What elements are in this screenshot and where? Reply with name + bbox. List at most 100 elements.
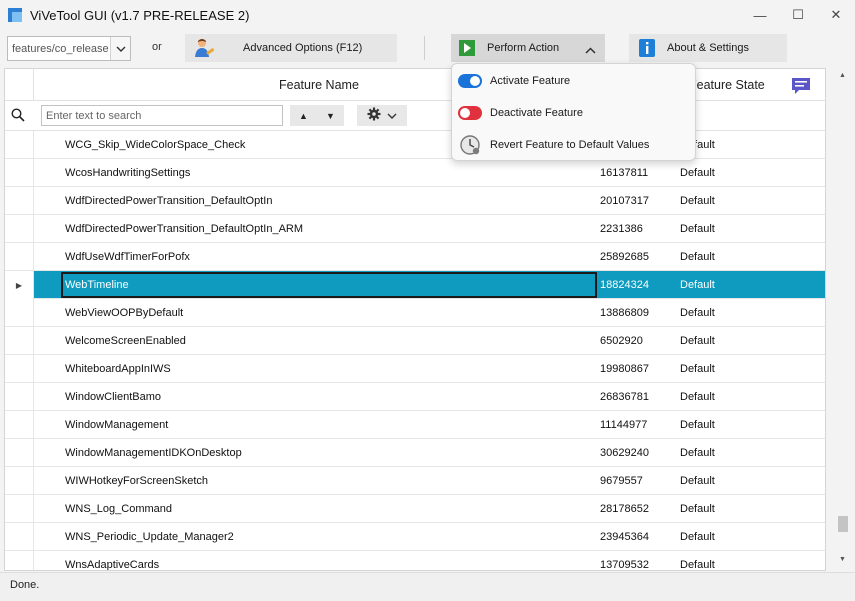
- row-selector[interactable]: [5, 467, 34, 495]
- menu-item-activate-feature[interactable]: Activate Feature: [452, 66, 697, 96]
- table-row[interactable]: WdfDirectedPowerTransition_DefaultOptIn 2…: [5, 187, 825, 215]
- table-row[interactable]: WindowClientBamo 26836781 Default: [5, 383, 825, 411]
- row-selector[interactable]: [5, 355, 34, 383]
- scrollbar-thumb[interactable]: [838, 516, 848, 532]
- feature-id-cell[interactable]: 26836781: [600, 391, 649, 403]
- feature-id-cell[interactable]: 11144977: [600, 419, 647, 431]
- table-row[interactable]: WNS_Periodic_Update_Manager2 23945364 Defa…: [5, 523, 825, 551]
- feature-state-cell[interactable]: Default: [680, 167, 715, 179]
- row-selector[interactable]: [5, 243, 34, 271]
- feature-id-cell[interactable]: 25892685: [600, 251, 649, 263]
- filter-options-button[interactable]: [357, 105, 407, 126]
- feature-state-cell[interactable]: Default: [680, 335, 715, 347]
- row-selector[interactable]: [5, 383, 34, 411]
- column-header-feature-state[interactable]: Feature State: [689, 78, 765, 92]
- feature-id-cell[interactable]: 9679557: [600, 475, 643, 487]
- table-row[interactable]: WCG_Skip_WideColorSpace_Check Default: [5, 131, 825, 159]
- row-selector[interactable]: [5, 299, 34, 327]
- column-header-feature-name[interactable]: Feature Name: [279, 78, 359, 92]
- feature-name-cell[interactable]: WdfUseWdfTimerForPofx: [65, 251, 190, 263]
- feature-name-cell[interactable]: WhiteboardAppInIWS: [65, 363, 171, 375]
- row-selector[interactable]: [5, 327, 34, 355]
- feature-state-cell[interactable]: Default: [680, 195, 715, 207]
- row-selector[interactable]: [5, 495, 34, 523]
- feature-name-cell[interactable]: WindowManagement: [65, 419, 168, 431]
- sort-down-icon[interactable]: ▼: [326, 111, 335, 121]
- feature-name-cell[interactable]: WIWHotkeyForScreenSketch: [65, 475, 208, 487]
- table-row[interactable]: WebViewOOPByDefault 13886809 Default: [5, 299, 825, 327]
- row-selector[interactable]: [5, 131, 34, 159]
- minimize-button[interactable]: —: [741, 0, 779, 30]
- chat-icon[interactable]: [791, 76, 811, 99]
- feature-id-cell[interactable]: 16137811: [600, 167, 648, 179]
- vertical-scrollbar[interactable]: ▲ ▼: [835, 68, 851, 571]
- table-row[interactable]: WNS_Log_Command 28178652 Default: [5, 495, 825, 523]
- table-row[interactable]: WhiteboardAppInIWS 19980867 Default: [5, 355, 825, 383]
- scroll-down-icon[interactable]: ▼: [839, 556, 846, 563]
- scroll-up-icon[interactable]: ▲: [839, 72, 846, 79]
- feature-id-cell[interactable]: 19980867: [600, 363, 649, 375]
- row-selector[interactable]: [5, 551, 34, 570]
- feature-state-cell[interactable]: Default: [680, 279, 715, 291]
- feature-name-cell[interactable]: WNS_Log_Command: [65, 503, 172, 515]
- chevron-down-icon[interactable]: [110, 37, 130, 60]
- feature-state-cell[interactable]: Default: [680, 419, 715, 431]
- feature-id-cell[interactable]: 18824324: [600, 279, 649, 291]
- feature-name-cell[interactable]: WebViewOOPByDefault: [65, 307, 183, 319]
- feature-id-cell[interactable]: 23945364: [600, 531, 649, 543]
- row-selector[interactable]: [5, 159, 34, 187]
- row-selector[interactable]: [5, 411, 34, 439]
- feature-name-cell[interactable]: WNS_Periodic_Update_Manager2: [65, 531, 234, 543]
- feature-name-cell[interactable]: WdfDirectedPowerTransition_DefaultOptIn_…: [65, 223, 303, 235]
- feature-name-cell[interactable]: WdfDirectedPowerTransition_DefaultOptIn: [65, 195, 272, 207]
- feature-id-cell[interactable]: 13709532: [600, 559, 649, 570]
- perform-action-button[interactable]: Perform Action: [451, 34, 605, 62]
- feature-name-cell[interactable]: WebTimeline: [65, 279, 129, 291]
- feature-state-cell[interactable]: Default: [680, 447, 715, 459]
- menu-item-revert-feature[interactable]: Revert Feature to Default Values: [452, 130, 697, 160]
- menu-item-deactivate-feature[interactable]: Deactivate Feature: [452, 98, 697, 128]
- feature-name-cell[interactable]: WcosHandwritingSettings: [65, 167, 190, 179]
- branch-select[interactable]: features/co_release: [7, 36, 131, 61]
- feature-id-cell[interactable]: 2231386: [600, 223, 643, 235]
- feature-name-cell[interactable]: WindowManagementIDKOnDesktop: [65, 447, 242, 459]
- feature-id-cell[interactable]: 20107317: [600, 195, 649, 207]
- feature-state-cell[interactable]: Default: [680, 503, 715, 515]
- feature-state-cell[interactable]: Default: [680, 475, 715, 487]
- table-row[interactable]: WelcomeScreenEnabled 6502920 Default: [5, 327, 825, 355]
- row-selector[interactable]: [5, 523, 34, 551]
- feature-state-cell[interactable]: Default: [680, 363, 715, 375]
- row-selector[interactable]: [5, 187, 34, 215]
- feature-id-cell[interactable]: 13886809: [600, 307, 649, 319]
- table-row[interactable]: WcosHandwritingSettings 16137811 Default: [5, 159, 825, 187]
- table-row[interactable]: WindowManagement 11144977 Default: [5, 411, 825, 439]
- feature-state-cell[interactable]: Default: [680, 559, 715, 570]
- table-row[interactable]: ▶ WebTimeline 18824324 Default: [5, 271, 825, 299]
- row-selector[interactable]: [5, 439, 34, 467]
- row-selector[interactable]: ▶: [5, 271, 34, 299]
- maximize-button[interactable]: ☐: [779, 0, 817, 30]
- feature-grid[interactable]: Feature Name Feature State ▲ ▼: [4, 68, 826, 571]
- table-row[interactable]: WdfUseWdfTimerForPofx 25892685 Default: [5, 243, 825, 271]
- feature-name-cell[interactable]: WnsAdaptiveCards: [65, 559, 159, 570]
- row-selector[interactable]: [5, 215, 34, 243]
- close-button[interactable]: ✕: [817, 0, 855, 30]
- feature-state-cell[interactable]: Default: [680, 391, 715, 403]
- feature-state-cell[interactable]: Default: [680, 251, 715, 263]
- sort-up-icon[interactable]: ▲: [299, 111, 308, 121]
- table-row[interactable]: WnsAdaptiveCards 13709532 Default: [5, 551, 825, 570]
- feature-id-cell[interactable]: 6502920: [600, 335, 643, 347]
- feature-id-cell[interactable]: 30629240: [600, 447, 649, 459]
- feature-state-cell[interactable]: Default: [680, 223, 715, 235]
- table-row[interactable]: WindowManagementIDKOnDesktop 30629240 Defa…: [5, 439, 825, 467]
- feature-state-cell[interactable]: Default: [680, 307, 715, 319]
- feature-state-cell[interactable]: Default: [680, 531, 715, 543]
- search-input[interactable]: [41, 105, 283, 126]
- feature-id-cell[interactable]: 28178652: [600, 503, 649, 515]
- advanced-options-button[interactable]: Advanced Options (F12): [185, 34, 397, 62]
- table-row[interactable]: WIWHotkeyForScreenSketch 9679557 Default: [5, 467, 825, 495]
- table-row[interactable]: WdfDirectedPowerTransition_DefaultOptIn_…: [5, 215, 825, 243]
- feature-name-cell[interactable]: WelcomeScreenEnabled: [65, 335, 186, 347]
- feature-name-cell[interactable]: WCG_Skip_WideColorSpace_Check: [65, 139, 245, 151]
- about-settings-button[interactable]: About & Settings: [629, 34, 787, 62]
